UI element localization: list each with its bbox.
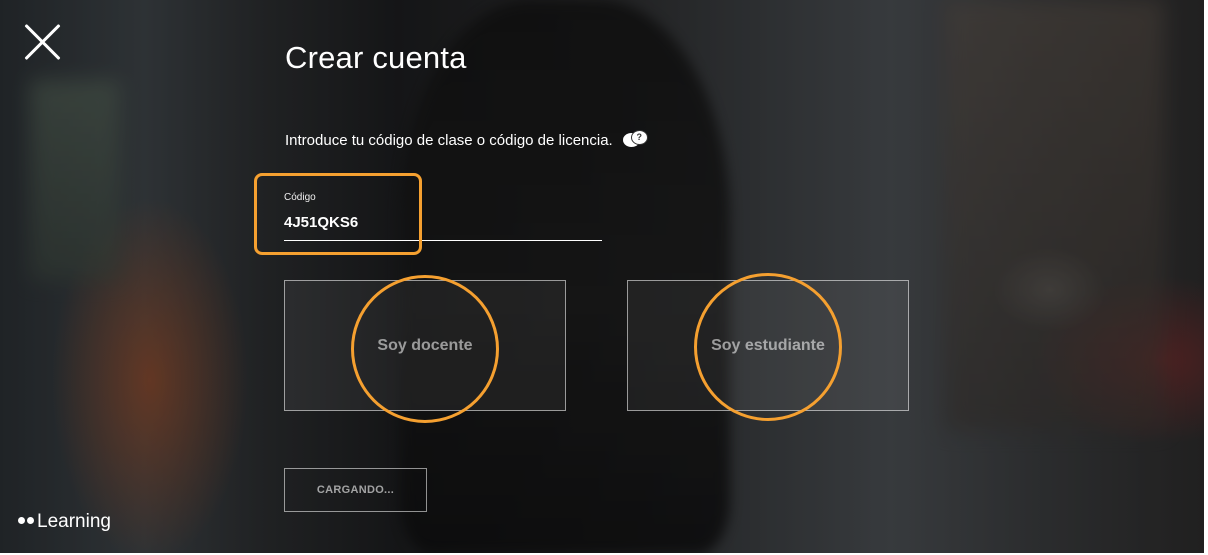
student-role-label: Soy estudiante [711,336,825,354]
background-overlay [0,0,1204,553]
code-field-label: Código [284,192,316,203]
app-window: Crear cuenta Introduce tu código de clas… [0,0,1206,553]
code-field[interactable]: Código [284,188,602,241]
loading-button-label: CARGANDO... [316,484,395,496]
teacher-role-button[interactable]: Soy docente [284,280,566,411]
instruction-text: Introduce tu código de clase o código de… [285,131,613,149]
page-title: Crear cuenta [285,40,467,75]
loading-button[interactable]: CARGANDO... [284,468,427,512]
help-chat-icon[interactable]: ? [622,130,649,150]
instruction-row: Introduce tu código de clase o código de… [285,130,649,150]
brand-name: Learning [37,511,111,532]
code-input[interactable] [284,214,584,231]
teacher-role-label: Soy docente [377,336,473,354]
brand-dots-icon [18,516,34,524]
student-role-button[interactable]: Soy estudiante [627,280,909,411]
close-icon[interactable] [22,22,62,62]
brand-logo: Learning [18,511,111,533]
